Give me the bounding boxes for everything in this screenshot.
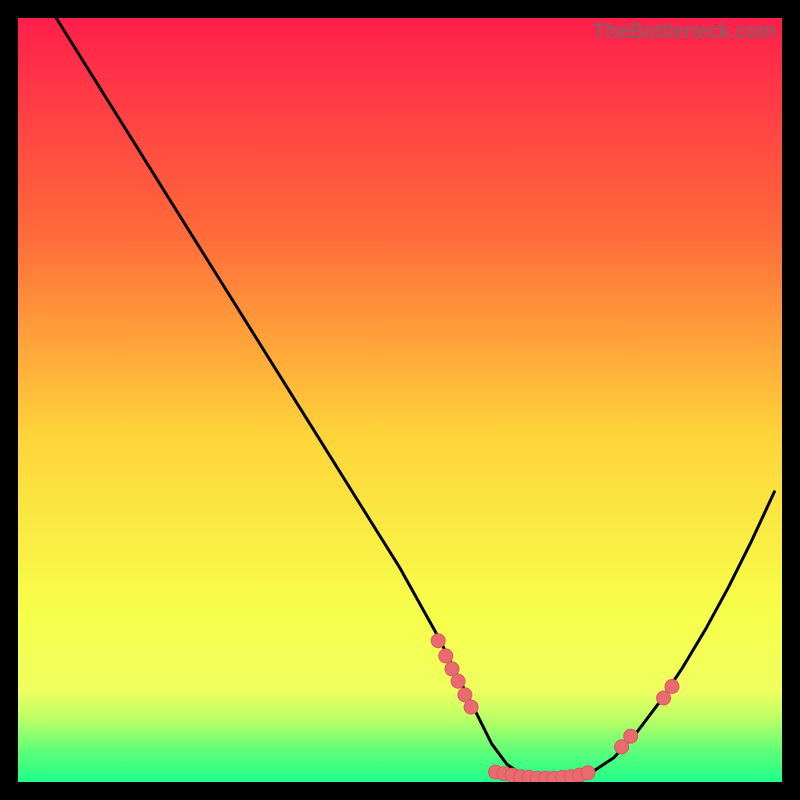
data-point: [439, 649, 453, 663]
chart-svg: [18, 18, 782, 782]
chart-frame: TheBottleneck.com: [18, 18, 782, 782]
data-point: [665, 680, 679, 694]
data-point: [464, 700, 478, 714]
watermark-text: TheBottleneck.com: [593, 20, 776, 44]
gradient-background: [18, 18, 782, 782]
data-point: [581, 766, 595, 780]
data-point: [451, 674, 465, 688]
data-point: [431, 634, 445, 648]
data-point: [624, 729, 638, 743]
